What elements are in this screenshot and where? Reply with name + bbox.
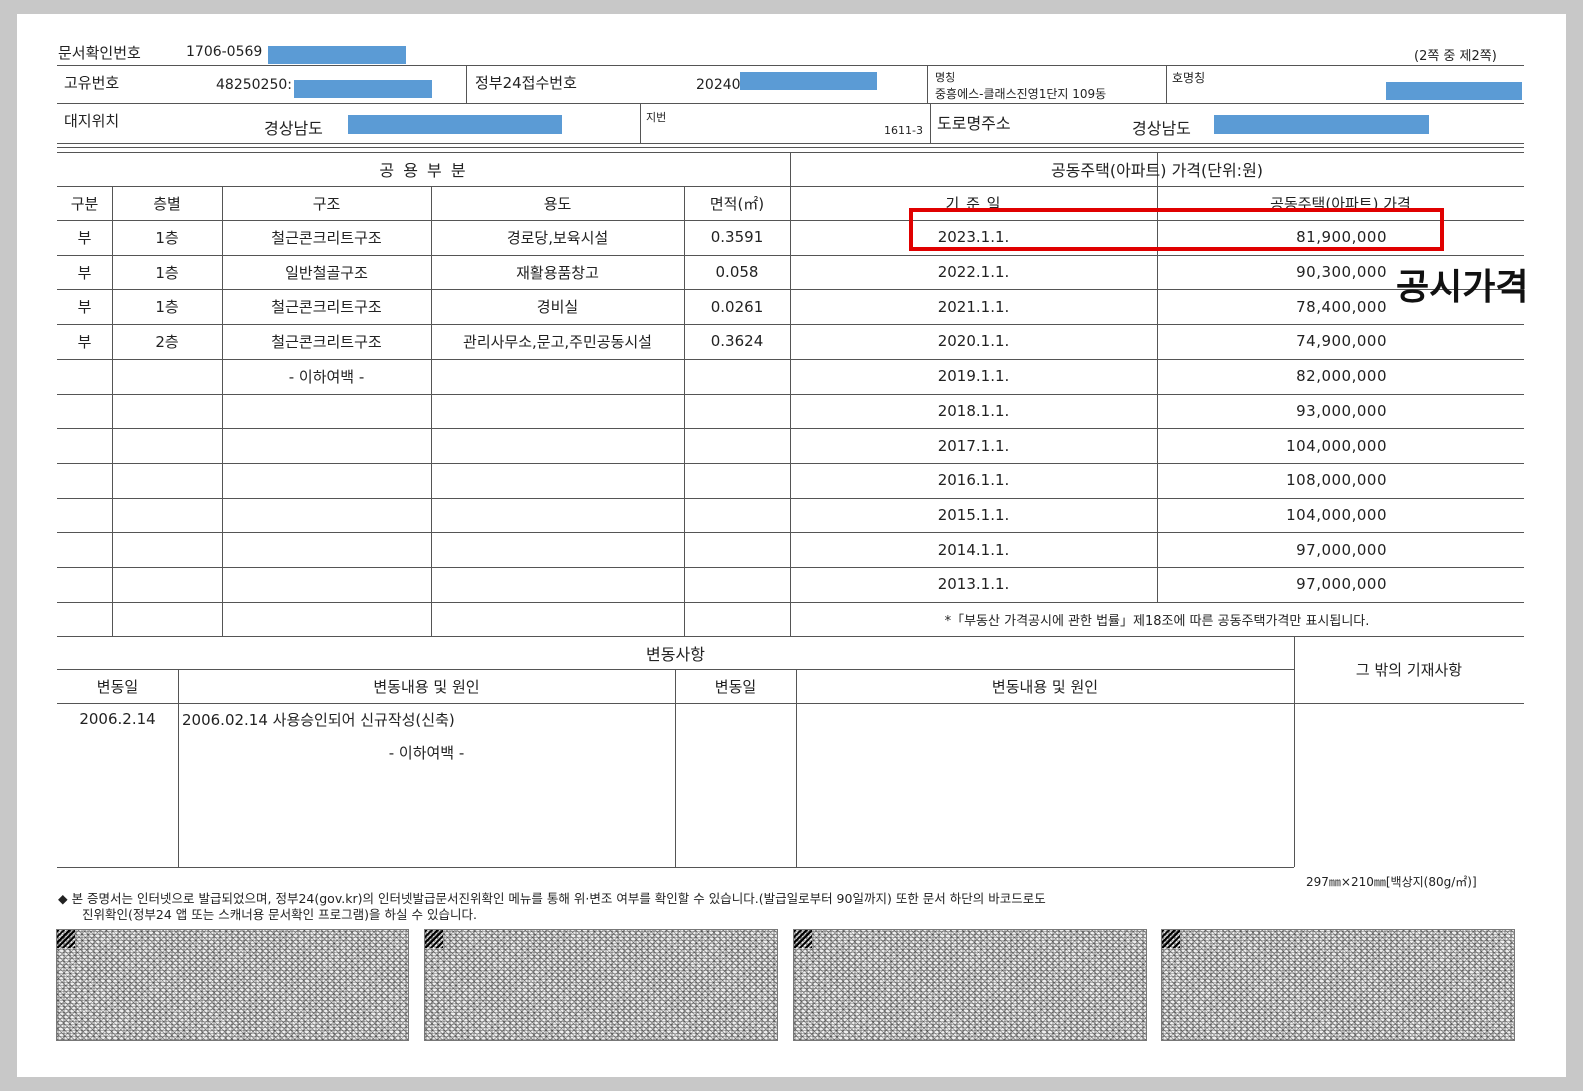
common-cell: 0.3591 bbox=[710, 228, 764, 247]
common-cell: 재활용품창고 bbox=[516, 263, 599, 282]
price-date-cell: 2019.1.1. bbox=[937, 367, 1010, 386]
common-cell: 철근콘크리트구조 bbox=[271, 332, 382, 351]
unique-no-label: 고유번호 bbox=[64, 74, 120, 92]
redaction-block bbox=[268, 46, 406, 64]
rule bbox=[466, 65, 467, 103]
price-date-cell: 2013.1.1. bbox=[937, 575, 1010, 594]
price-value-cell: 78,400,000 bbox=[1296, 297, 1387, 316]
doc-confirm-value: 1706-0569 bbox=[186, 44, 263, 60]
price-value-cell: 104,000,000 bbox=[1286, 436, 1387, 455]
price-date-cell: 2021.1.1. bbox=[937, 297, 1010, 316]
road-value: 경상남도 bbox=[1132, 119, 1191, 138]
price-value-cell: 104,000,000 bbox=[1286, 505, 1387, 524]
common-cell: 일반철골구조 bbox=[285, 263, 368, 282]
common-cell: 경비실 bbox=[536, 298, 579, 317]
redaction-block bbox=[1386, 82, 1522, 100]
barcode-4 bbox=[1161, 929, 1515, 1041]
doc-confirm-label: 문서확인번호 bbox=[58, 44, 141, 62]
price-value-cell: 90,300,000 bbox=[1296, 263, 1387, 282]
paper-size-note: 297㎜×210㎜[백상지(80g/㎡)] bbox=[1306, 875, 1477, 889]
changes-col-content-1: 변동내용 및 원인 bbox=[373, 677, 480, 696]
common-cell: 철근콘크리트구조 bbox=[271, 298, 382, 317]
common-cell: 경로당,보육시설 bbox=[506, 228, 609, 247]
price-date-cell: 2018.1.1. bbox=[937, 401, 1010, 420]
price-value-cell: 97,000,000 bbox=[1296, 575, 1387, 594]
common-cell: 2층 bbox=[155, 332, 179, 351]
common-cell: 1층 bbox=[155, 298, 179, 317]
common-cell: 철근콘크리트구조 bbox=[271, 228, 382, 247]
common-section-title: 공 용 부 분 bbox=[379, 161, 468, 180]
common-cell: 부 bbox=[77, 332, 92, 351]
rule bbox=[927, 65, 928, 103]
lot-value: 1611-3 bbox=[884, 124, 923, 137]
col-header-use: 용도 bbox=[543, 194, 572, 213]
rule bbox=[640, 103, 641, 143]
col-header-category: 구분 bbox=[70, 194, 99, 213]
grid-line bbox=[57, 867, 1294, 868]
redaction-block bbox=[740, 72, 877, 90]
room-label: 호명칭 bbox=[1172, 71, 1206, 85]
site-value: 경상남도 bbox=[264, 119, 323, 138]
highlight-box bbox=[909, 208, 1444, 251]
changes-col-date-2: 변동일 bbox=[714, 677, 757, 696]
col-header-floor: 층별 bbox=[153, 194, 181, 213]
name-value: 중흥에스-클래스진영1단지 109동 bbox=[935, 87, 1107, 101]
common-cell: 부 bbox=[77, 298, 92, 317]
redaction-block bbox=[294, 80, 432, 98]
price-value-cell: 82,000,000 bbox=[1296, 367, 1387, 386]
price-callout-label: 공시가격 bbox=[1396, 267, 1529, 308]
price-value-cell: 108,000,000 bbox=[1286, 471, 1387, 490]
page-info: (2쪽 중 제2쪽) bbox=[1414, 49, 1497, 64]
barcode-1 bbox=[56, 929, 409, 1041]
road-label: 도로명주소 bbox=[937, 114, 1011, 133]
change-entry-text: 2006.02.14 사용승인되어 신규작성(신축) bbox=[182, 710, 455, 729]
price-date-cell: 2020.1.1. bbox=[937, 332, 1010, 351]
changes-section-title: 변동사항 bbox=[646, 644, 705, 664]
price-value-cell: 74,900,000 bbox=[1296, 332, 1387, 351]
common-cell: 0.058 bbox=[715, 263, 759, 282]
price-value-cell: 93,000,000 bbox=[1296, 401, 1387, 420]
name-label: 명칭 bbox=[935, 71, 956, 84]
price-footnote: *「부동산 가격공시에 관한 법률」제18조에 따른 공동주택가격만 표시됩니다… bbox=[944, 613, 1370, 629]
site-label: 대지위치 bbox=[64, 112, 120, 130]
changes-col-content-2: 변동내용 및 원인 bbox=[991, 677, 1099, 696]
common-cell: 0.3624 bbox=[710, 332, 764, 351]
common-cell: 부 bbox=[77, 263, 92, 282]
rule bbox=[1166, 65, 1167, 103]
notice-line-2: 진위확인(정부24 앱 또는 스캐너용 문서확인 프로그램)을 하실 수 있습니… bbox=[82, 907, 477, 922]
common-cell: 0.0261 bbox=[710, 297, 764, 316]
price-value-cell: 97,000,000 bbox=[1296, 540, 1387, 559]
common-cell: 1층 bbox=[155, 263, 179, 282]
gov24-label: 정부24접수번호 bbox=[475, 74, 577, 92]
barcode-3 bbox=[793, 929, 1147, 1041]
redaction-block bbox=[1214, 115, 1429, 134]
col-header-area: 면적(㎡) bbox=[709, 194, 765, 213]
rule bbox=[57, 103, 1524, 104]
price-date-cell: 2017.1.1. bbox=[937, 436, 1010, 455]
price-date-cell: 2014.1.1. bbox=[937, 540, 1010, 559]
barcode-2 bbox=[424, 929, 778, 1041]
price-date-cell: 2016.1.1. bbox=[937, 471, 1010, 490]
rule bbox=[57, 65, 1524, 66]
redaction-block bbox=[348, 115, 562, 134]
lot-label: 지번 bbox=[646, 111, 667, 124]
common-blank-marker: - 이하여백 - bbox=[288, 368, 365, 386]
rule bbox=[57, 143, 1524, 144]
rule bbox=[57, 147, 1524, 148]
other-entries-header: 그 밖의 기재사항 bbox=[1355, 661, 1463, 679]
common-cell: 관리사무소,문고,주민공동시설 bbox=[463, 332, 652, 351]
grid-line bbox=[57, 703, 1524, 704]
col-header-structure: 구조 bbox=[312, 194, 341, 213]
unique-no-value: 48250250: bbox=[216, 77, 292, 93]
gov24-value: 20240 bbox=[696, 77, 741, 93]
changes-col-date-1: 변동일 bbox=[96, 677, 139, 696]
common-cell: 부 bbox=[77, 228, 92, 247]
common-cell: 1층 bbox=[155, 228, 179, 247]
price-date-cell: 2015.1.1. bbox=[937, 505, 1010, 524]
price-date-cell: 2022.1.1. bbox=[937, 263, 1010, 282]
change-entry-date: 2006.2.14 bbox=[79, 710, 156, 728]
changes-blank-marker: - 이하여백 - bbox=[388, 743, 465, 762]
price-section-title: 공동주택(아파트) 가격(단위:원) bbox=[1050, 161, 1264, 180]
rule bbox=[930, 103, 931, 143]
